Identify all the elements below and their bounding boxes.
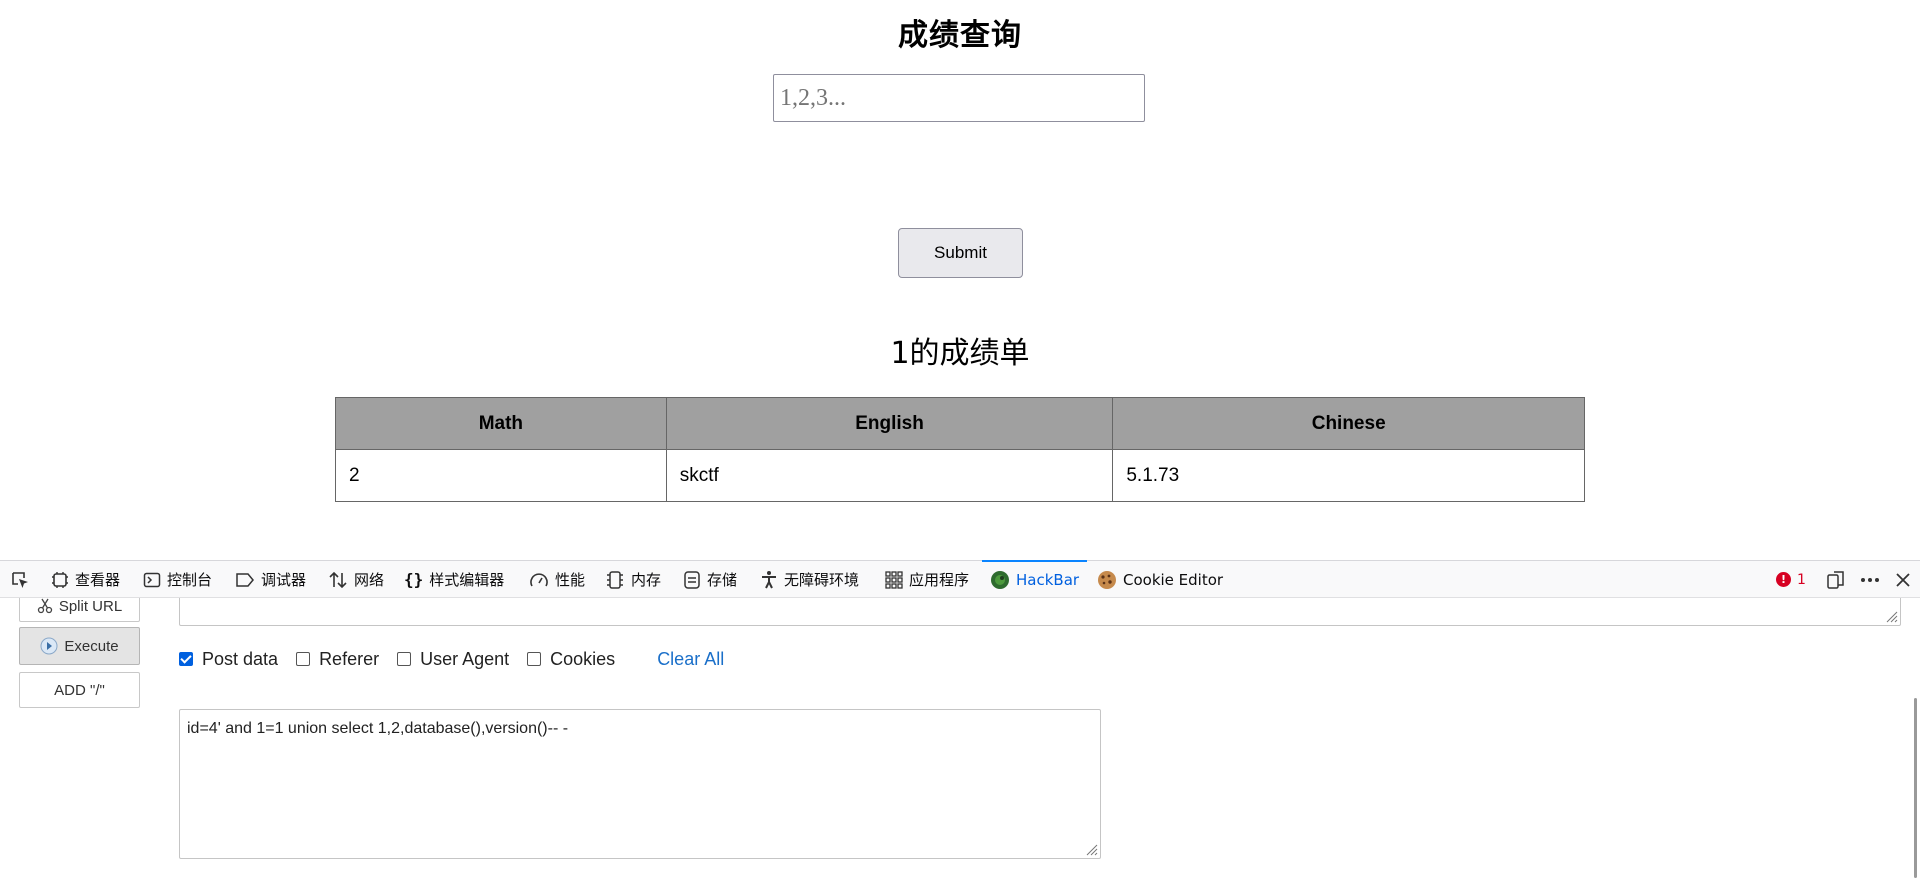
panel-scrollbar[interactable] [1914, 698, 1917, 878]
close-devtools-button[interactable] [1895, 561, 1911, 598]
tab-debugger[interactable]: 调试器 [235, 561, 306, 598]
tab-hackbar[interactable]: HackBar [981, 560, 1088, 598]
element-picker-icon [12, 571, 28, 588]
score-table: Math English Chinese 2 skctf 5.1.73 [335, 397, 1585, 502]
close-icon [1896, 572, 1910, 587]
split-url-label: Split URL [58, 598, 123, 615]
devtools-toolbar: 查看器 控制台 调试器 网络 {} 样式编辑器 性能 内存 存储 无障碍环境 应… [0, 560, 1920, 598]
referer-option[interactable]: Referer [296, 649, 379, 670]
column-header-english: English [665, 397, 1114, 450]
score-query-input[interactable] [773, 74, 1145, 122]
element-picker-button[interactable] [10, 561, 30, 598]
tab-memory[interactable]: 内存 [605, 561, 661, 598]
tab-label: 网络 [354, 571, 385, 589]
post-data-checkbox[interactable] [179, 652, 193, 666]
tab-label: 查看器 [75, 571, 121, 589]
table-cell-english: skctf [665, 449, 1114, 502]
memory-icon [607, 570, 623, 589]
console-icon [143, 572, 161, 587]
more-options-icon [1861, 577, 1879, 582]
application-icon [885, 570, 903, 589]
network-icon [329, 571, 347, 588]
tab-cookie-editor[interactable]: Cookie Editor [1097, 561, 1223, 598]
table-cell-math: 2 [335, 449, 667, 502]
tab-network[interactable]: 网络 [328, 561, 384, 598]
accessibility-icon [762, 570, 776, 588]
user-agent-checkbox[interactable] [397, 652, 412, 666]
post-data-option[interactable]: Post data [179, 649, 278, 670]
tab-inspector[interactable]: 查看器 [51, 561, 120, 598]
debugger-icon [236, 572, 254, 587]
execute-label: Execute [64, 637, 119, 655]
error-icon: ! [1776, 572, 1791, 587]
referer-checkbox[interactable] [296, 652, 311, 666]
post-data-label: Post data [202, 648, 279, 669]
tab-label: 控制台 [167, 571, 213, 589]
tab-console[interactable]: 控制台 [143, 561, 212, 598]
tab-label: 无障碍环境 [784, 571, 860, 589]
request-options: Post data Referer User Agent Cookies Cle… [179, 648, 724, 670]
style-editor-icon: {} [404, 570, 424, 589]
tab-label: 应用程序 [909, 571, 970, 589]
more-options-button[interactable] [1860, 561, 1880, 598]
add-slash-button[interactable]: ADD "/" [19, 672, 140, 708]
tab-label: 内存 [631, 571, 662, 589]
tab-label: Cookie Editor [1123, 570, 1224, 589]
post-data-textarea[interactable]: id=4' and 1=1 union select 1,2,database(… [179, 709, 1101, 859]
table-cell-chinese: 5.1.73 [1112, 449, 1585, 502]
cookies-checkbox[interactable] [527, 652, 542, 666]
cookie-icon [1098, 570, 1116, 589]
hackbar-icon [991, 570, 1009, 589]
tab-label: 性能 [555, 571, 586, 589]
tab-label: 存储 [707, 571, 738, 589]
table-row: 2 skctf 5.1.73 [335, 449, 1585, 502]
tab-label: 调试器 [261, 571, 307, 589]
tab-performance[interactable]: 性能 [529, 561, 585, 598]
submit-button[interactable]: Submit [898, 228, 1023, 278]
user-agent-label: User Agent [420, 648, 510, 669]
dock-side-button[interactable] [1826, 561, 1846, 598]
url-textarea[interactable] [179, 598, 1901, 626]
resize-grip-icon [1886, 611, 1898, 623]
play-icon [40, 637, 58, 655]
tab-label: HackBar [1016, 570, 1080, 589]
table-header-row: Math English Chinese [335, 397, 1585, 450]
user-agent-option[interactable]: User Agent [397, 649, 509, 670]
resize-grip-icon [1086, 844, 1098, 856]
tab-style-editor[interactable]: {} 样式编辑器 [404, 561, 504, 598]
column-header-math: Math [335, 397, 667, 450]
execute-button[interactable]: Execute [19, 627, 140, 665]
tab-storage[interactable]: 存储 [683, 561, 737, 598]
dock-side-icon [1827, 570, 1844, 589]
inspector-icon [52, 571, 68, 588]
column-header-chinese: Chinese [1112, 397, 1585, 450]
referer-label: Referer [319, 648, 380, 669]
performance-icon [530, 572, 548, 586]
clear-all-link[interactable]: Clear All [657, 649, 724, 670]
tab-application[interactable]: 应用程序 [885, 561, 969, 598]
error-count: 1 [1797, 571, 1806, 588]
cookies-label: Cookies [550, 648, 616, 669]
page-title: 成绩查询 [898, 18, 1022, 53]
storage-icon [684, 570, 700, 589]
tab-label: 样式编辑器 [429, 571, 505, 589]
split-url-button[interactable]: Split URL [19, 598, 140, 622]
scissors-icon [37, 598, 52, 614]
result-heading: 1的成绩单 [890, 336, 1030, 371]
post-data-value: id=4' and 1=1 union select 1,2,database(… [187, 720, 569, 737]
tab-accessibility[interactable]: 无障碍环境 [760, 561, 859, 598]
cookies-option[interactable]: Cookies [527, 649, 615, 670]
error-count-indicator[interactable]: ! 1 [1776, 561, 1806, 598]
hackbar-panel: Split URL Execute ADD "/" Post data Refe… [0, 598, 1920, 878]
